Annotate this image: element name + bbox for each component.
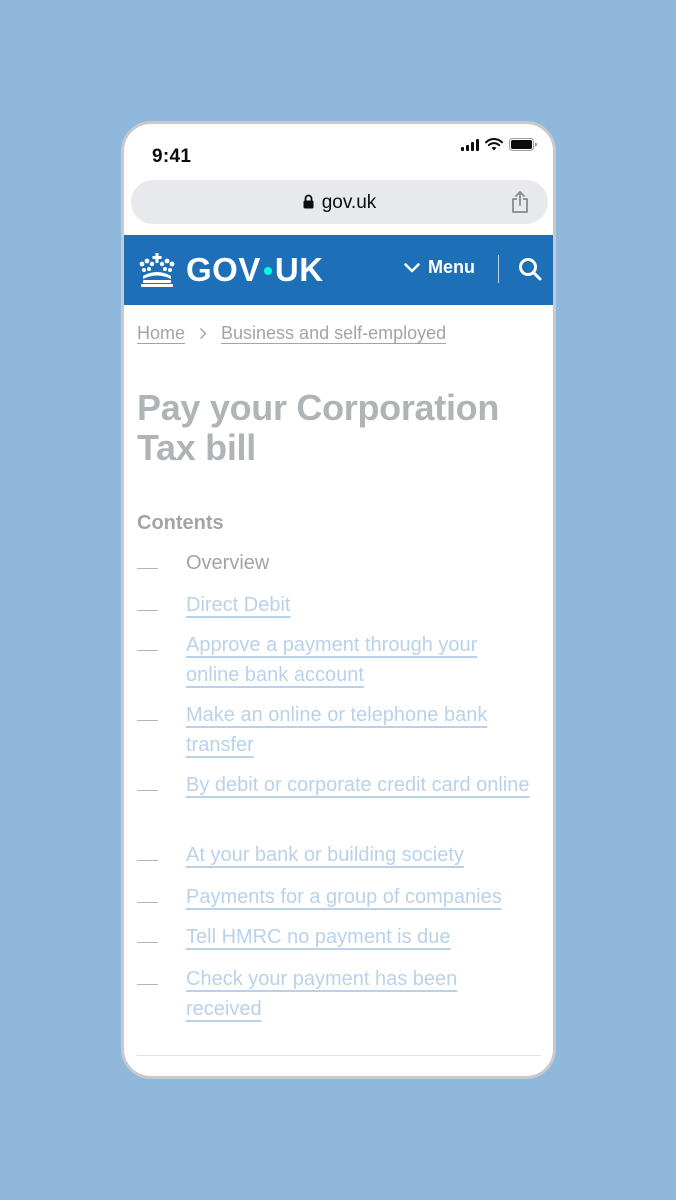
dash-marker: [137, 984, 158, 985]
logo-text-uk: UK: [274, 251, 324, 288]
page-title: Pay your Corporation Tax bill: [137, 387, 500, 468]
dash-marker: [137, 942, 158, 943]
url-display: gov.uk: [131, 192, 548, 214]
govuk-header: GOV UK Menu: [124, 235, 553, 305]
chevron-right-icon: [199, 327, 207, 340]
phone-frame: 9:41 gov.uk GOV UK Menu Home Business an…: [121, 121, 556, 1079]
lock-icon: [303, 194, 314, 209]
contents-link-approve-payment[interactable]: Approve a payment through your online ba…: [186, 630, 536, 690]
menu-button[interactable]: Menu: [404, 257, 475, 278]
contents-link-bank-transfer[interactable]: Make an online or telephone bank transfe…: [186, 700, 536, 760]
govuk-logotype: GOV UK: [186, 251, 324, 289]
crown-icon: [139, 253, 175, 287]
dash-marker: [137, 610, 158, 611]
dash-marker: [137, 902, 158, 903]
contents-link-bank-branch[interactable]: At your bank or building society: [186, 840, 536, 870]
battery-icon: [509, 138, 537, 151]
signal-icon: [461, 138, 479, 151]
section-divider: [137, 1055, 541, 1056]
logo-dot: [263, 267, 272, 275]
dash-marker: [137, 860, 158, 861]
contents-link-card-online[interactable]: By debit or corporate credit card online: [186, 770, 536, 800]
search-icon[interactable]: [518, 257, 542, 281]
contents-item-overview: Overview: [186, 552, 270, 574]
breadcrumb: Home Business and self-employed: [137, 323, 446, 344]
status-icons: [461, 138, 537, 151]
contents-link-check-received[interactable]: Check your payment has been received: [186, 964, 536, 1024]
share-icon[interactable]: [510, 190, 530, 214]
header-divider: [498, 255, 499, 283]
dash-marker: [137, 720, 158, 721]
contents-link-no-payment-due[interactable]: Tell HMRC no payment is due: [186, 922, 536, 952]
breadcrumb-home[interactable]: Home: [137, 323, 185, 344]
dash-marker: [137, 568, 158, 569]
contents-heading: Contents: [137, 512, 224, 534]
status-bar: 9:41: [124, 124, 553, 180]
govuk-logo[interactable]: GOV UK: [138, 251, 324, 289]
logo-text-gov: GOV: [186, 251, 261, 288]
url-text: gov.uk: [321, 192, 377, 213]
wifi-icon: [485, 138, 503, 151]
breadcrumb-business[interactable]: Business and self-employed: [221, 323, 446, 344]
browser-url-bar[interactable]: gov.uk: [131, 180, 548, 224]
contents-link-direct-debit[interactable]: Direct Debit: [186, 590, 536, 620]
menu-label: Menu: [428, 257, 475, 277]
status-time: 9:41: [152, 146, 192, 167]
dash-marker: [137, 650, 158, 651]
dash-marker: [137, 790, 158, 791]
chevron-down-icon: [404, 262, 420, 272]
contents-link-group-payments[interactable]: Payments for a group of companies: [186, 882, 536, 912]
